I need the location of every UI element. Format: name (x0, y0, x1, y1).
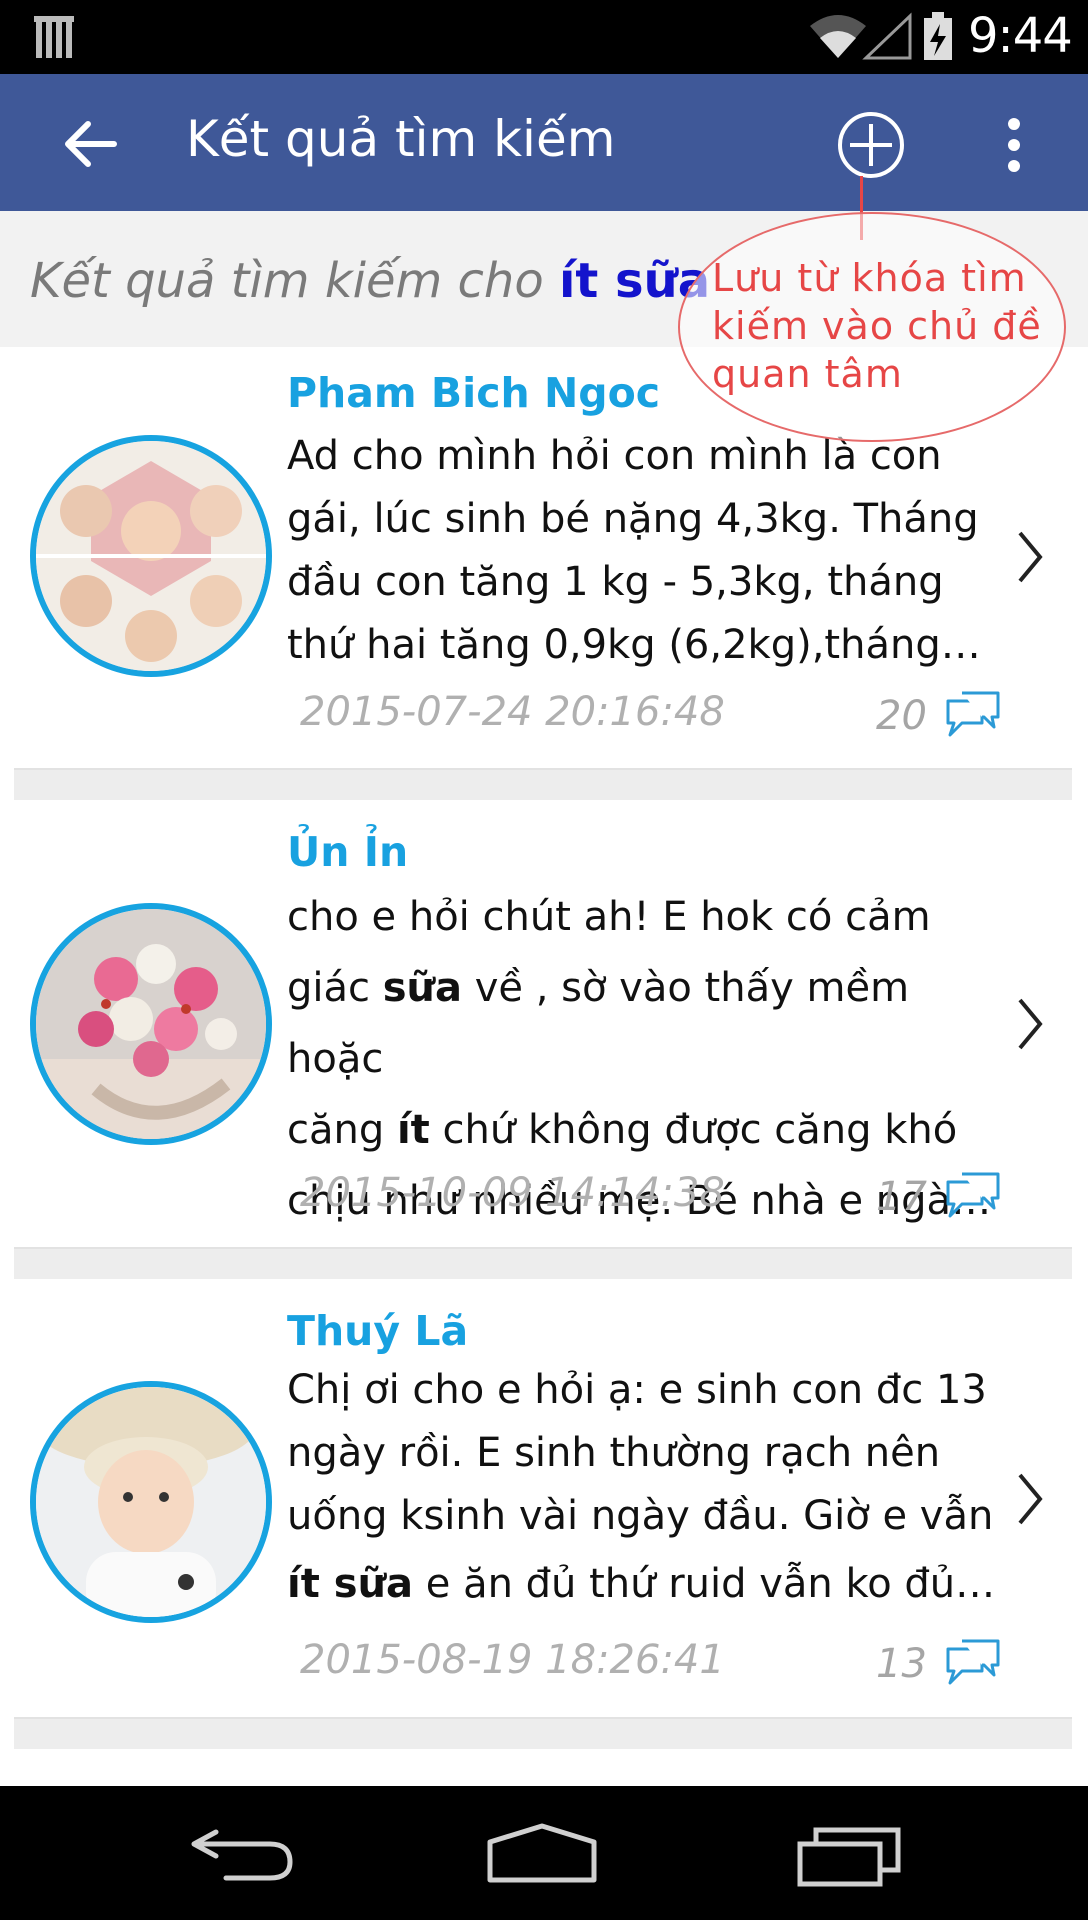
post-date: 2015-10-09 14:14:38 (300, 1170, 725, 1216)
avatar (30, 435, 272, 677)
divider (14, 768, 1072, 800)
chevron-right-icon[interactable] (1012, 527, 1048, 587)
post-date: 2015-08-19 18:26:41 (300, 1637, 725, 1683)
search-result-label: Kết quả tìm kiếm cho ít sữa (30, 253, 711, 309)
comment-count: 20 (876, 693, 927, 739)
avatar (30, 1381, 272, 1623)
navigation-bar (0, 1786, 1088, 1920)
page-title: Kết quả tìm kiếm (186, 110, 616, 168)
chevron-right-icon[interactable] (1012, 1469, 1048, 1529)
clock: 9:44 (968, 8, 1073, 64)
comment-icon (946, 1639, 1000, 1685)
list-item[interactable]: Ủn Ỉn cho e hỏi chút ah! E hok có cảm gi… (0, 800, 1088, 1248)
post-excerpt: Chị ơi cho e hỏi ạ: e sinh con đc 13 ngà… (287, 1367, 996, 1607)
overflow-menu-icon[interactable] (996, 110, 1032, 180)
avatar (30, 903, 272, 1145)
wifi-icon (810, 15, 866, 58)
nav-home-icon[interactable] (484, 1822, 600, 1884)
signal-icon (862, 12, 912, 60)
nav-recent-apps-icon[interactable] (796, 1822, 902, 1888)
battery-charging-icon (924, 12, 952, 60)
comment-count: 17 (876, 1174, 927, 1220)
post-excerpt: Ad cho mình hỏi con mình là con gái, lúc… (287, 433, 981, 668)
post-date: 2015-07-24 20:16:48 (300, 689, 725, 735)
back-arrow-icon[interactable] (60, 114, 120, 174)
comment-icon (946, 691, 1000, 737)
sim-bars-icon (34, 16, 74, 58)
divider (14, 1247, 1072, 1279)
post-author: Ủn Ỉn (287, 828, 409, 876)
divider (14, 1717, 1072, 1749)
action-bar: Kết quả tìm kiếm (0, 74, 1088, 211)
comment-icon (946, 1172, 1000, 1218)
tooltip-text: Lưu từ khóa tìm kiếm vào chủ đề quan tâm (712, 256, 1042, 396)
nav-back-icon[interactable] (186, 1824, 296, 1884)
status-bar: 9:44 (0, 0, 1088, 74)
add-circle-icon[interactable] (836, 110, 906, 180)
comment-count: 13 (876, 1641, 927, 1687)
chevron-right-icon[interactable] (1012, 994, 1048, 1054)
list-item[interactable]: Thuý Lã Chị ơi cho e hỏi ạ: e sinh con đ… (0, 1279, 1088, 1715)
post-author: Thuý Lã (287, 1307, 469, 1355)
post-author: Pham Bich Ngoc (287, 369, 661, 417)
